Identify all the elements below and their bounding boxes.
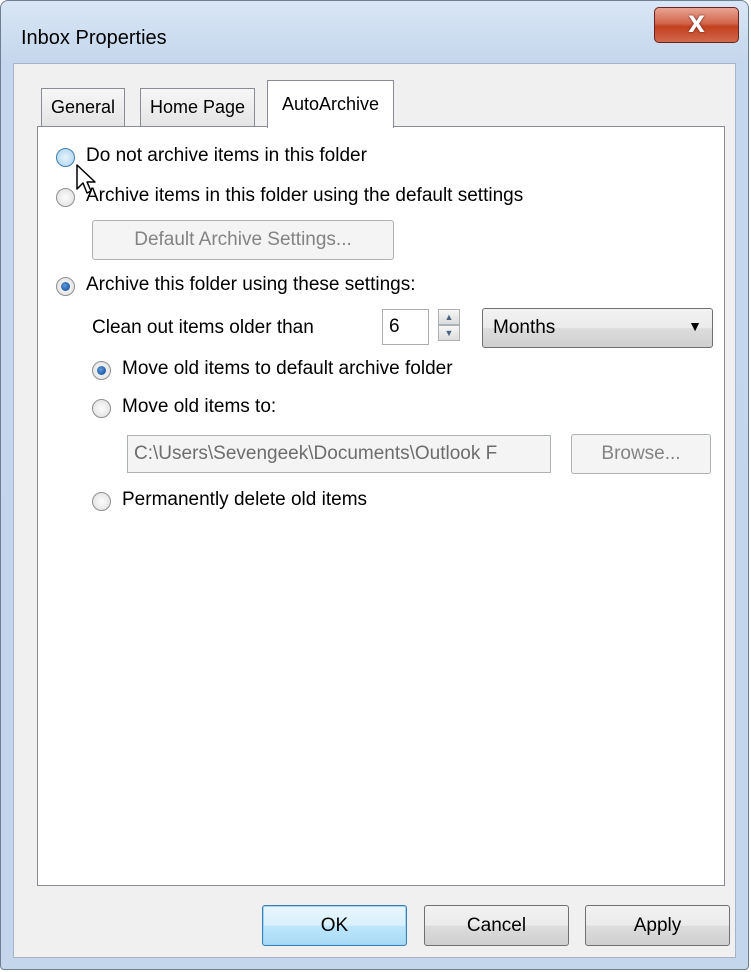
age-value-input[interactable]: 6: [382, 309, 429, 345]
label-default-settings[interactable]: Archive items in this folder using the d…: [86, 185, 523, 207]
radio-default-settings[interactable]: [56, 188, 75, 207]
default-archive-settings-button[interactable]: Default Archive Settings...: [92, 220, 394, 260]
label-move-default[interactable]: Move old items to default archive folder: [122, 358, 453, 380]
ok-button[interactable]: OK: [262, 905, 407, 946]
label-custom-settings[interactable]: Archive this folder using these settings…: [86, 274, 416, 296]
browse-button[interactable]: Browse...: [571, 434, 711, 474]
apply-button[interactable]: Apply: [585, 905, 730, 946]
label-no-archive[interactable]: Do not archive items in this folder: [86, 145, 367, 167]
dropdown-arrow-icon: ▼: [688, 318, 702, 334]
age-unit-value: Months: [493, 317, 556, 338]
label-delete-old[interactable]: Permanently delete old items: [122, 489, 367, 511]
clean-out-label: Clean out items older than: [92, 317, 314, 338]
spin-down-icon[interactable]: ▼: [438, 325, 460, 341]
radio-delete-old[interactable]: [92, 492, 111, 511]
radio-custom-settings[interactable]: [56, 277, 75, 296]
age-unit-select[interactable]: Months ▼: [482, 308, 713, 348]
spin-up-icon[interactable]: ▲: [438, 309, 460, 325]
mouse-pointer-icon: [76, 164, 96, 194]
label-move-to[interactable]: Move old items to:: [122, 396, 276, 418]
radio-move-to[interactable]: [92, 399, 111, 418]
age-spinner[interactable]: ▲ ▼: [438, 309, 460, 343]
archive-path-input[interactable]: C:\Users\Sevengeek\Documents\Outlook F: [127, 435, 551, 473]
cancel-button[interactable]: Cancel: [424, 905, 569, 946]
radio-move-default[interactable]: [92, 361, 111, 380]
radio-no-archive[interactable]: [56, 148, 75, 167]
